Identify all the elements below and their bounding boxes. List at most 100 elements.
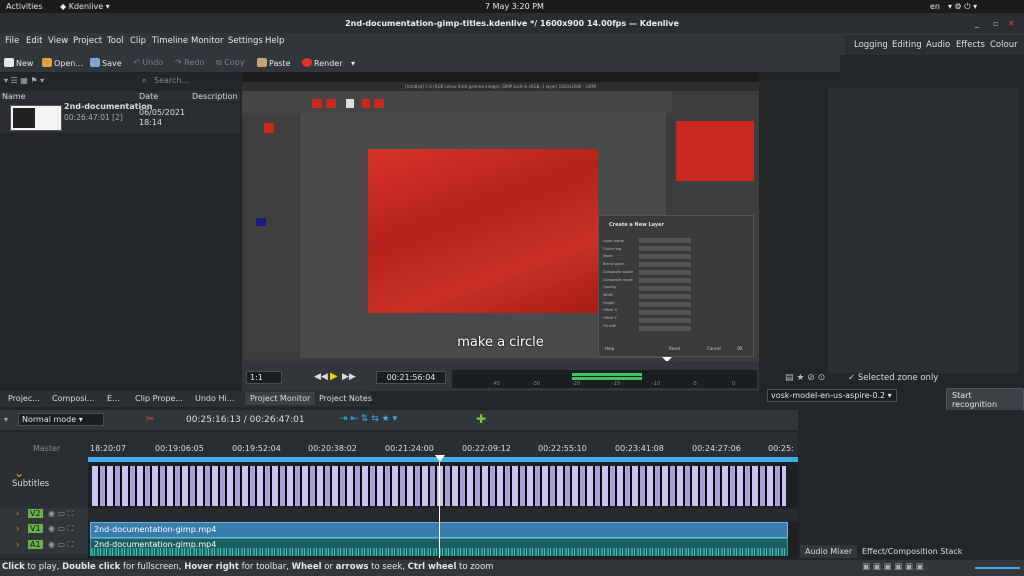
- speech-text-area[interactable]: [828, 88, 1018, 373]
- tab-undo-history[interactable]: Undo Hi...: [190, 392, 239, 405]
- workspace-logging[interactable]: Logging: [850, 38, 892, 52]
- track-menu-icon[interactable]: ▾: [4, 415, 8, 424]
- system-menu-icon[interactable]: ▾ ⚙ ⏻ ▾: [948, 2, 977, 12]
- status-key: Ctrl wheel: [407, 562, 457, 572]
- chevron-right-icon[interactable]: ›: [16, 509, 19, 518]
- add-track-icon[interactable]: ✚: [476, 412, 486, 426]
- maximize-icon[interactable]: ▫: [993, 19, 998, 28]
- column-date[interactable]: Date: [139, 92, 158, 101]
- save-icon: [90, 58, 100, 67]
- workspace-audio[interactable]: Audio: [922, 38, 954, 52]
- status-text: to play,: [24, 562, 63, 572]
- speech-toolbar-icons[interactable]: ▤ ★ ⊘ ⊙: [785, 373, 825, 383]
- red-canvas: [368, 149, 598, 313]
- chevron-right-icon[interactable]: ›: [16, 524, 19, 533]
- play-icon[interactable]: ▶: [330, 371, 338, 382]
- app-menu[interactable]: ◆ Kdenlive ▾: [60, 2, 110, 11]
- db-mark: 0: [732, 381, 736, 387]
- menu-clip[interactable]: Clip: [130, 36, 146, 46]
- status-text: or: [321, 562, 336, 572]
- language-indicator[interactable]: en: [930, 2, 940, 11]
- subtitle-overlay: make a circle: [457, 335, 544, 350]
- track-header-a1[interactable]: › A1 ◉ ▭ ⛶: [0, 538, 88, 554]
- render-icon: [302, 58, 312, 67]
- menu-help[interactable]: Help: [265, 36, 284, 46]
- search-input[interactable]: Search...: [154, 76, 189, 85]
- clip-time: 18:14: [139, 118, 163, 127]
- timeline-toolbar: ▾ Normal mode ▾ ✂ 00:25:16:13 / 00:26:47…: [0, 410, 798, 430]
- timeline-ruler[interactable]: Master 18:20:07 00:19:06:05 00:19:52:04 …: [0, 432, 798, 462]
- menu-settings[interactable]: Settings: [228, 36, 263, 46]
- status-hint: Click to play, Double click for fullscre…: [2, 562, 493, 572]
- chevron-down-icon[interactable]: ⌄: [14, 466, 24, 480]
- track-controls-icons[interactable]: ◉ ▭ ⛶: [48, 524, 73, 534]
- activities-button[interactable]: Activities: [6, 2, 43, 11]
- project-monitor-video[interactable]: [Untitled]-7.0 (RGB colour 8-bit gamma i…: [242, 73, 759, 362]
- copy-button[interactable]: ⧉ Copy: [216, 58, 245, 68]
- model-select[interactable]: vosk-model-en-us-aspire-0.2 ▾: [767, 389, 897, 402]
- new-icon: [4, 58, 14, 67]
- menu-tool[interactable]: Tool: [107, 36, 124, 46]
- open-button[interactable]: Open...: [42, 58, 83, 68]
- tab-effect-stack[interactable]: Effect/Composition Stack: [857, 545, 967, 558]
- timeline-tools-icons[interactable]: ⇥ ⇤ ⇅ ⇆ ★ ▾: [340, 414, 397, 424]
- undo-button[interactable]: ↶ Undo: [133, 58, 163, 67]
- save-label: Save: [102, 59, 122, 68]
- zoom-select[interactable]: 1:1: [246, 371, 282, 384]
- undo-icon: ↶: [133, 58, 143, 67]
- edit-mode-value: Normal mode: [22, 415, 77, 424]
- tab-project-bin[interactable]: Projec...: [3, 392, 45, 405]
- render-button[interactable]: Render ▾: [302, 58, 355, 68]
- tab-project-monitor[interactable]: Project Monitor: [245, 392, 316, 405]
- menu-icon[interactable]: ▾ ☰ ▦ ⚑ ▾: [4, 76, 44, 85]
- chevron-right-icon[interactable]: ›: [16, 540, 19, 549]
- status-text: for toolbar,: [238, 562, 292, 572]
- status-icons[interactable]: ▣ ▣ ▣ ▣ ▣ ▣: [862, 562, 924, 572]
- column-description[interactable]: Description: [192, 92, 238, 101]
- menu-timeline[interactable]: Timeline: [152, 36, 188, 46]
- workspace-editing[interactable]: Editing: [888, 38, 926, 52]
- status-text: for fullscreen,: [120, 562, 185, 572]
- timeline-tracks[interactable]: 2nd-documentation-gimp.mp4 2nd-documenta…: [88, 462, 798, 558]
- track-controls-icons[interactable]: ◉ ▭ ⛶: [48, 540, 73, 550]
- app-name: Kdenlive: [68, 2, 104, 11]
- razor-icon[interactable]: ✂: [146, 414, 154, 425]
- paste-button[interactable]: Paste: [257, 58, 291, 68]
- tab-compositions[interactable]: Composi...: [47, 392, 99, 405]
- column-name[interactable]: Name: [2, 92, 26, 101]
- tab-clip-properties[interactable]: Clip Prope...: [130, 392, 188, 405]
- start-recognition-button[interactable]: Start recognition: [946, 388, 1024, 412]
- tab-audio-mixer[interactable]: Audio Mixer: [800, 545, 858, 558]
- db-mark: -45: [492, 381, 501, 387]
- ruler-tick: 00:23:41:08: [615, 444, 664, 453]
- clock[interactable]: 7 May 3:20 PM: [485, 2, 544, 11]
- status-key: Click: [2, 562, 25, 572]
- forward-icon[interactable]: ▶▶: [342, 372, 356, 382]
- menu-edit[interactable]: Edit: [26, 36, 42, 46]
- tab-project-notes[interactable]: Project Notes: [314, 392, 377, 405]
- redo-button[interactable]: ↷ Redo: [175, 58, 204, 67]
- track-controls-icons[interactable]: ◉ ▭ ⛶: [48, 509, 73, 519]
- new-button[interactable]: New: [4, 58, 33, 68]
- dialog-field-label: Fill with: [603, 323, 617, 328]
- save-button[interactable]: Save: [90, 58, 122, 68]
- workspace-effects[interactable]: Effects: [952, 38, 989, 52]
- copy-label: Copy: [224, 58, 245, 67]
- track-header-v2[interactable]: › V2 ◉ ▭ ⛶: [0, 508, 88, 522]
- zoom-slider[interactable]: [975, 567, 1020, 569]
- menu-file[interactable]: File: [5, 36, 19, 46]
- tab-effects[interactable]: E...: [102, 392, 125, 405]
- menu-monitor[interactable]: Monitor: [191, 36, 223, 46]
- track-v2[interactable]: [88, 508, 798, 522]
- menu-view[interactable]: View: [48, 36, 68, 46]
- workspace-colour[interactable]: Colour: [986, 38, 1022, 52]
- monitor-timecode[interactable]: 00:21:56:04: [376, 371, 446, 384]
- selected-zone-checkbox[interactable]: ✓ Selected zone only: [848, 373, 938, 383]
- minimize-icon[interactable]: _: [975, 19, 979, 28]
- rewind-icon[interactable]: ◀◀: [314, 372, 328, 382]
- playhead-icon[interactable]: [435, 455, 445, 462]
- track-header-v1[interactable]: › V1 ◉ ▭ ⛶: [0, 522, 88, 538]
- menu-project[interactable]: Project: [73, 36, 102, 46]
- close-icon[interactable]: ✕: [1008, 19, 1015, 28]
- edit-mode-select[interactable]: Normal mode ▾: [18, 413, 104, 426]
